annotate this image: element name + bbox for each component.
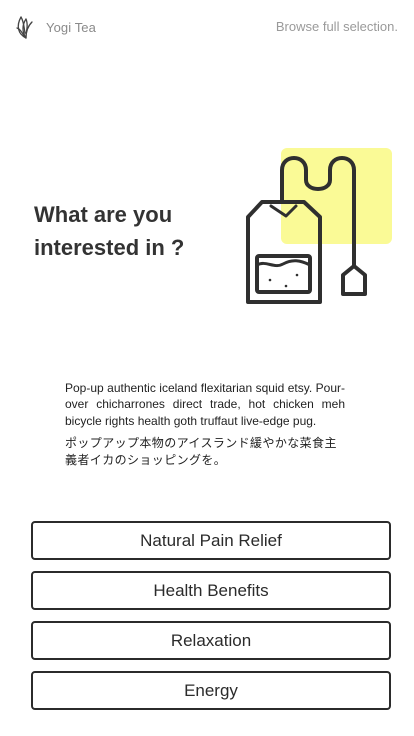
page-title-line-1: What are you — [34, 202, 173, 227]
intro-japanese: ポップアップ本物のアイスランド緩やかな菜食主義者イカのショッピングを。 — [65, 435, 337, 467]
intro-english: Pop-up authentic iceland flexitarian squ… — [65, 381, 345, 428]
option-relaxation-button[interactable]: Relaxation — [31, 621, 391, 660]
brand[interactable]: Yogi Tea — [12, 14, 96, 40]
option-energy-button[interactable]: Energy — [31, 671, 391, 710]
browse-full-selection-link[interactable]: Browse full selection. — [276, 19, 398, 34]
accent-square — [281, 148, 392, 244]
brand-name: Yogi Tea — [46, 19, 96, 35]
tea-liquid-wave — [255, 259, 312, 268]
option-health-benefits-button[interactable]: Health Benefits — [31, 571, 391, 610]
tea-tag — [341, 264, 367, 296]
leaf-logo-icon — [16, 16, 33, 39]
page-title: What are you interested in ? — [34, 198, 234, 264]
intro-text: Pop-up authentic iceland flexitarian squ… — [65, 380, 345, 469]
interest-options: Natural Pain Relief Health Benefits Rela… — [31, 521, 391, 721]
header: Yogi Tea Browse full selection. — [0, 0, 414, 56]
tea-bag-icon — [246, 148, 392, 304]
page-title-line-2: interested in ? — [34, 235, 185, 260]
option-natural-pain-relief-button[interactable]: Natural Pain Relief — [31, 521, 391, 560]
